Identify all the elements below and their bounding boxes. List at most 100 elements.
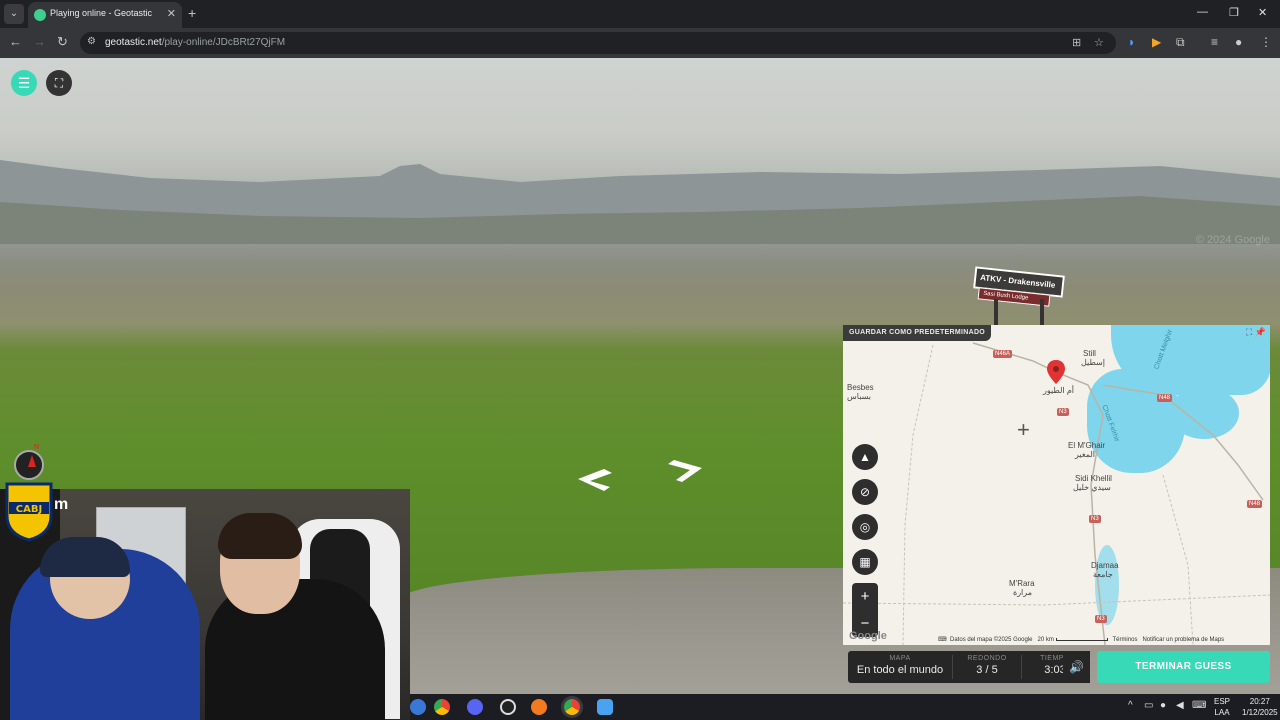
webcam-hair (218, 513, 302, 559)
reload-icon[interactable]: ↻ (57, 34, 68, 50)
extension-wave-icon[interactable]: ◗ (1128, 35, 1135, 49)
tray-network-icon[interactable]: ▭ (1144, 700, 1153, 711)
new-tab-icon[interactable]: + (188, 5, 196, 21)
move-left-arrow-icon[interactable] (574, 461, 614, 491)
round-value: 3 / 5 (976, 664, 998, 676)
guess-map[interactable]: GUARDAR COMO PREDETERMINADO ⛶ 📌 Besbes ب… (843, 325, 1270, 645)
taskbar-app-icon[interactable] (410, 699, 426, 715)
tab-search-icon[interactable]: ⌄ (4, 4, 24, 24)
browser-tab-strip: ⌄ Playing online - Geotastic ✕ + — ❐ ✕ (0, 0, 1280, 28)
location-pin-icon[interactable] (1047, 360, 1065, 384)
tray-clock[interactable]: 20:27 1/12/2025 (1242, 696, 1278, 718)
road-badge: N3 (1057, 408, 1069, 416)
club-crest-logo: CABJ (5, 482, 53, 542)
browser-menu-icon[interactable]: ⋮ (1260, 35, 1272, 49)
save-default-button[interactable]: GUARDAR COMO PREDETERMINADO (843, 325, 992, 341)
map-label-djamaa-ar: جامعة (1093, 570, 1113, 579)
lang-line-1: ESP (1214, 697, 1231, 706)
map-label-besbes: Besbes (847, 383, 874, 392)
tab-geotastic[interactable]: Playing online - Geotastic ✕ (28, 2, 182, 28)
address-bar[interactable]: ⚙ geotastic.net/play-online/JDcBRt27QjFM… (80, 32, 1116, 54)
forward-icon[interactable]: → (33, 34, 46, 49)
discord-taskbar-icon[interactable] (467, 699, 483, 715)
map-label-mrara-ar: مرارة (1013, 588, 1032, 597)
sound-icon[interactable]: 🔊 (1063, 651, 1090, 683)
back-icon[interactable]: ← (9, 34, 22, 49)
map-terms-link[interactable]: Términos (1112, 637, 1137, 643)
mountain-range (0, 154, 1280, 244)
map-expand-icon[interactable]: ⛶ (1246, 327, 1252, 337)
compass-icon[interactable]: N (14, 444, 44, 480)
windows-taskbar: ^ ▭ ● ◀ ⌨ ESP LAA 20:27 1/12/2025 (410, 694, 1280, 720)
extensions-puzzle-icon[interactable]: ⧉ (1176, 35, 1185, 50)
map-label-oum-tiour-ar: أم الطيور (1043, 386, 1075, 395)
geotastic-favicon-icon (34, 9, 46, 21)
map-data-credit: Datos del mapa ©2025 Google (950, 637, 1033, 643)
bookmark-star-icon[interactable]: ☆ (1094, 36, 1104, 49)
window-close-icon[interactable]: ✕ (1258, 6, 1267, 19)
tray-volume-icon[interactable]: ◀ (1176, 700, 1184, 711)
minimize-icon[interactable]: — (1197, 6, 1208, 18)
road-badge: N3 (1095, 615, 1107, 623)
url-path: /play-online/JDcBRt27QjFM (161, 37, 286, 48)
map-scale-label: 20 km (1037, 637, 1054, 643)
map-label-djamaa: Djamaa (1091, 561, 1119, 570)
app-orange-taskbar-icon[interactable] (531, 699, 547, 715)
map-attribution: ⌨ Datos del mapa ©2025 Google 20 km Térm… (938, 636, 1270, 645)
labels-off-icon[interactable]: ⊘ (852, 479, 878, 505)
menu-icon[interactable]: ☰ (11, 70, 37, 96)
google-logo: Google (849, 630, 887, 642)
svg-text:CABJ: CABJ (16, 504, 42, 515)
map-label-still-ar: إسطيل (1081, 358, 1105, 367)
tab-title: Playing online - Geotastic (50, 8, 153, 18)
translate-icon[interactable]: ⊞ (1072, 36, 1081, 49)
lang-line-2: LAA (1214, 708, 1230, 717)
map-label-besbes-ar: بسباس (847, 392, 871, 401)
profile-avatar-icon[interactable]: ● (1235, 35, 1242, 49)
zoom-in-icon[interactable]: + (852, 583, 878, 610)
round-key: REDONDO (967, 655, 1007, 662)
tray-mic-icon[interactable]: ● (1160, 700, 1166, 711)
round-info: REDONDO 3 / 5 (953, 651, 1021, 683)
chrome-active-taskbar-icon[interactable] (564, 699, 580, 715)
chrome-taskbar-icon[interactable] (434, 699, 450, 715)
terrain-toggle-icon[interactable]: ▲ (852, 444, 878, 470)
tray-keyboard-icon[interactable]: ⌨ (1192, 700, 1206, 711)
tray-chevron-icon[interactable]: ^ (1128, 700, 1133, 711)
map-key: MAPA (889, 655, 911, 662)
map-header-icons: ⛶ 📌 (1246, 327, 1266, 338)
crosshair-icon: + (1017, 417, 1030, 442)
map-pin-toggle-icon[interactable]: 📌 (1255, 327, 1266, 337)
reading-list-icon[interactable]: ≡ (1211, 35, 1218, 49)
fullscreen-icon[interactable]: ⛶ (46, 70, 72, 96)
clock-time: 20:27 (1249, 697, 1270, 706)
map-label-still: Still (1083, 349, 1096, 358)
extension-play-icon[interactable]: ▶ (1152, 35, 1161, 49)
zoom-control: + − (852, 583, 878, 637)
obs-taskbar-icon[interactable] (500, 699, 516, 715)
map-header: GUARDAR COMO PREDETERMINADO ⛶ 📌 (843, 325, 1270, 341)
map-layers-icon[interactable]: ▦ (852, 549, 878, 575)
compass-north-mark: N (34, 444, 40, 451)
map-label-mrara: M'Rara (1009, 579, 1035, 588)
clock-date: 1/12/2025 (1242, 708, 1278, 717)
map-report-link[interactable]: Notificar un problema de Maps (1142, 637, 1224, 643)
keyboard-shortcuts-icon[interactable]: ⌨ (938, 637, 947, 643)
finish-guess-button[interactable]: TERMINAR GUESS (1097, 651, 1270, 683)
site-info-icon[interactable]: ⚙ (87, 36, 96, 47)
move-right-arrow-icon[interactable] (664, 456, 706, 486)
center-location-icon[interactable]: ◎ (852, 514, 878, 540)
road-badge: N48 (1247, 500, 1263, 508)
restore-icon[interactable]: ❐ (1229, 6, 1239, 19)
webcam-overlay (0, 489, 410, 720)
webcam-cap (40, 537, 130, 577)
tray-language[interactable]: ESP LAA (1214, 696, 1230, 718)
url-text[interactable]: geotastic.net/play-online/JDcBRt27QjFM (105, 37, 285, 48)
road-badge: N3 (1089, 515, 1101, 523)
tab-close-icon[interactable]: ✕ (167, 7, 176, 20)
map-label-el-mghair: El M'Ghair (1068, 441, 1106, 450)
road-badge: N46A (993, 350, 1013, 358)
app-blue-taskbar-icon[interactable] (597, 699, 613, 715)
google-watermark: © 2024 Google (1195, 234, 1270, 246)
url-host: geotastic.net (105, 37, 162, 48)
